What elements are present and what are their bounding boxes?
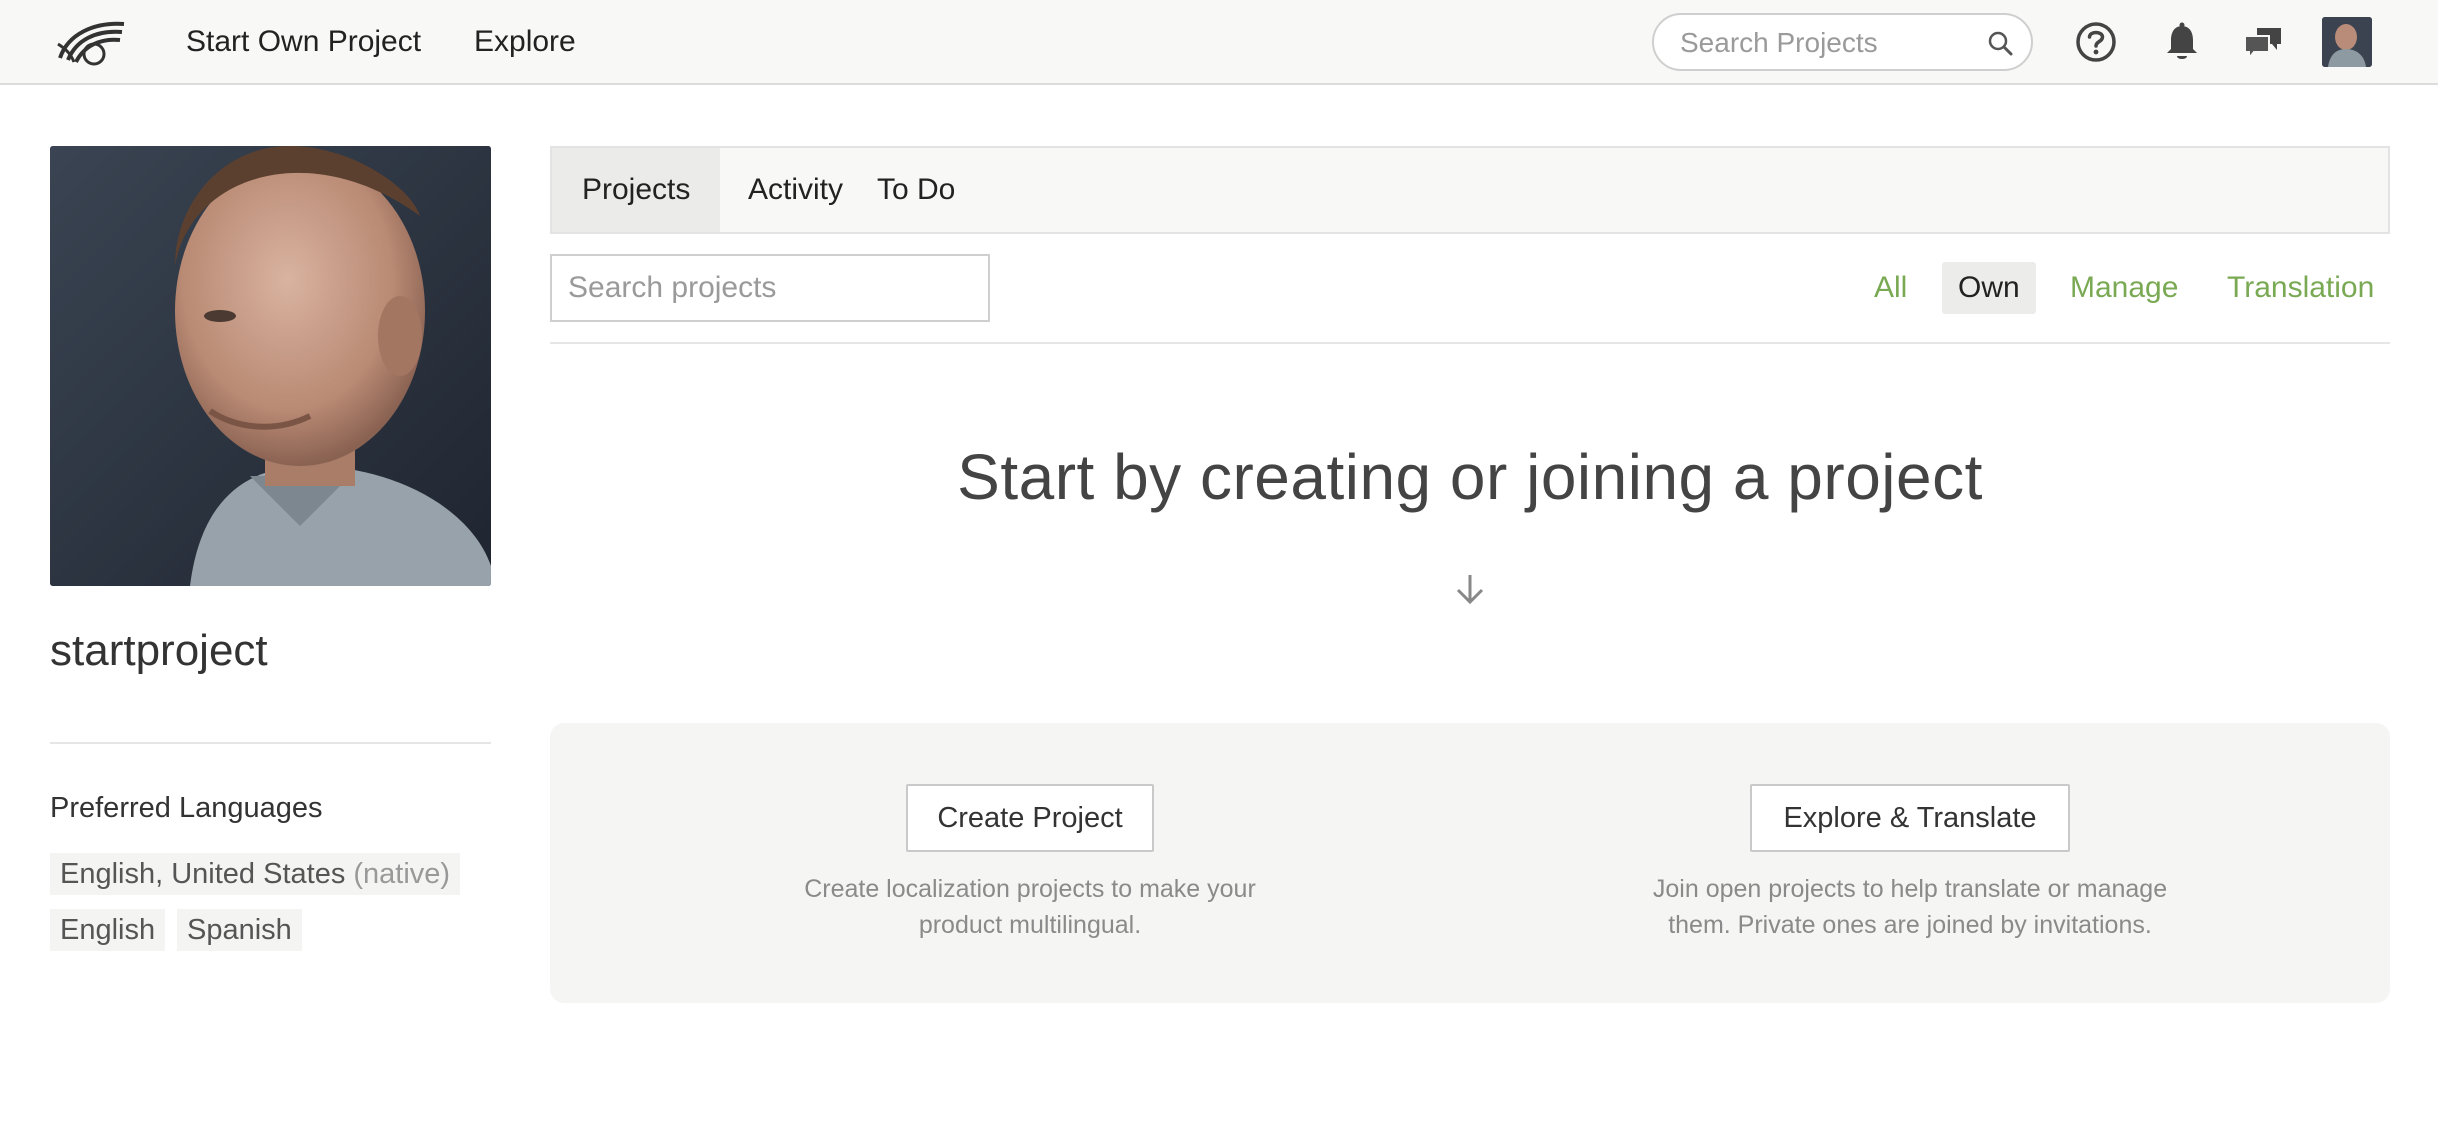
filter-own[interactable]: Own xyxy=(1942,262,2036,314)
language-name: English, United States xyxy=(60,858,346,890)
start-own-project-link[interactable]: Start Own Project xyxy=(186,22,421,62)
chat-bubbles-icon[interactable] xyxy=(2241,20,2285,64)
global-search-box[interactable] xyxy=(1652,13,2033,71)
top-navigation-bar: Start Own Project Explore xyxy=(0,0,2438,85)
bell-icon[interactable] xyxy=(2160,20,2204,64)
profile-photo xyxy=(50,146,491,586)
filter-manage[interactable]: Manage xyxy=(2054,262,2194,314)
search-icon[interactable] xyxy=(1987,30,2013,56)
arrow-down-icon xyxy=(1456,575,1484,605)
project-search-input[interactable] xyxy=(568,268,968,308)
logo-icon[interactable] xyxy=(54,14,126,70)
profile-username: startproject xyxy=(50,626,268,675)
global-search-input[interactable] xyxy=(1680,23,1980,63)
tab-projects[interactable]: Projects xyxy=(552,148,721,232)
project-search-box[interactable] xyxy=(550,254,990,322)
filter-divider xyxy=(550,342,2390,344)
language-tag: Spanish xyxy=(177,909,302,951)
explore-translate-description: Join open projects to help translate or … xyxy=(1652,875,2168,939)
create-project-description: Create localization projects to make you… xyxy=(804,875,1256,939)
filter-translation[interactable]: Translation xyxy=(2211,262,2390,314)
language-name: Spanish xyxy=(187,914,292,946)
preferred-languages-title: Preferred Languages xyxy=(50,792,323,824)
filter-all[interactable]: All xyxy=(1858,262,1923,314)
empty-state-heading: Start by creating or joining a project xyxy=(957,441,1983,513)
create-project-button[interactable]: Create Project xyxy=(906,784,1154,852)
language-tag: English xyxy=(50,909,166,951)
language-name: English xyxy=(60,914,156,946)
language-native-note: (native) xyxy=(353,858,451,890)
question-circle-icon[interactable] xyxy=(2074,20,2118,64)
profile-divider xyxy=(50,742,491,744)
profile-tabs: Projects Activity To Do xyxy=(550,146,2390,234)
language-tag: English, United States (native) xyxy=(50,853,461,895)
tab-todo[interactable]: To Do xyxy=(847,148,985,232)
get-started-panel: Create Project Create localization proje… xyxy=(550,723,2390,1003)
explore-link[interactable]: Explore xyxy=(474,22,576,62)
explore-translate-button[interactable]: Explore & Translate xyxy=(1750,784,2070,852)
user-avatar[interactable] xyxy=(2322,17,2372,67)
